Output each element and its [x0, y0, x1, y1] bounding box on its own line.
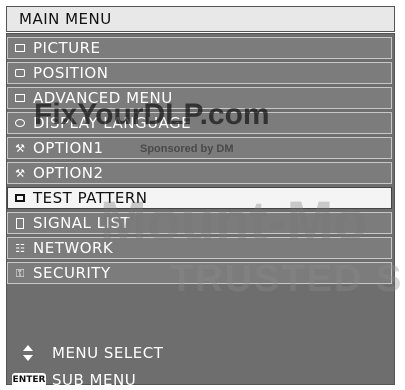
menu-item-label: OPTION2	[33, 164, 104, 182]
wrench-icon: ⚒	[15, 166, 25, 180]
menu-title-bar: MAIN MENU	[6, 6, 395, 32]
menu-item-picture[interactable]: PICTURE	[7, 37, 392, 59]
menu-item-test-pattern[interactable]: TEST PATTERN	[7, 187, 392, 209]
sub-menu-hint: SUB MENU	[52, 371, 137, 389]
menu-item-security[interactable]: ⚿ SECURITY	[7, 262, 392, 284]
menu-item-label: OPTION1	[33, 139, 104, 157]
menu-item-label: POSITION	[33, 64, 109, 82]
menu-item-option1[interactable]: ⚒ OPTION1	[7, 137, 392, 159]
menu-item-label: NETWORK	[33, 239, 114, 257]
advanced-menu-icon	[14, 92, 26, 104]
menu-item-position[interactable]: POSITION	[7, 62, 392, 84]
menu-item-advanced-menu[interactable]: ADVANCED MENU	[7, 87, 392, 109]
picture-icon	[14, 42, 26, 54]
security-icon: ⚿	[15, 266, 25, 280]
menu-item-option2[interactable]: ⚒ OPTION2	[7, 162, 392, 184]
menu-select-hint: MENU SELECT	[52, 344, 164, 362]
menu-item-display-language[interactable]: DISPLAY LANGUAGE	[7, 112, 392, 134]
network-icon: ☷	[15, 241, 25, 255]
menu-panel	[6, 33, 395, 385]
menu-item-label: SECURITY	[33, 264, 111, 282]
menu-item-label: PICTURE	[33, 39, 101, 57]
test-pattern-icon	[14, 192, 26, 204]
menu-item-label: ADVANCED MENU	[33, 89, 173, 107]
display-language-icon	[14, 117, 26, 129]
wrench-icon: ⚒	[15, 141, 25, 155]
menu-item-label: DISPLAY LANGUAGE	[33, 114, 192, 132]
menu-item-signal-list[interactable]: SIGNAL LIST	[7, 212, 392, 234]
menu-title: MAIN MENU	[19, 10, 112, 28]
position-icon	[14, 67, 26, 79]
menu-item-label: SIGNAL LIST	[33, 214, 131, 232]
menu-item-network[interactable]: ☷ NETWORK	[7, 237, 392, 259]
enter-key-icon: ENTER	[12, 373, 46, 387]
menu-item-label: TEST PATTERN	[33, 189, 148, 207]
up-down-arrow-icon	[23, 345, 33, 361]
signal-list-icon	[14, 217, 26, 229]
